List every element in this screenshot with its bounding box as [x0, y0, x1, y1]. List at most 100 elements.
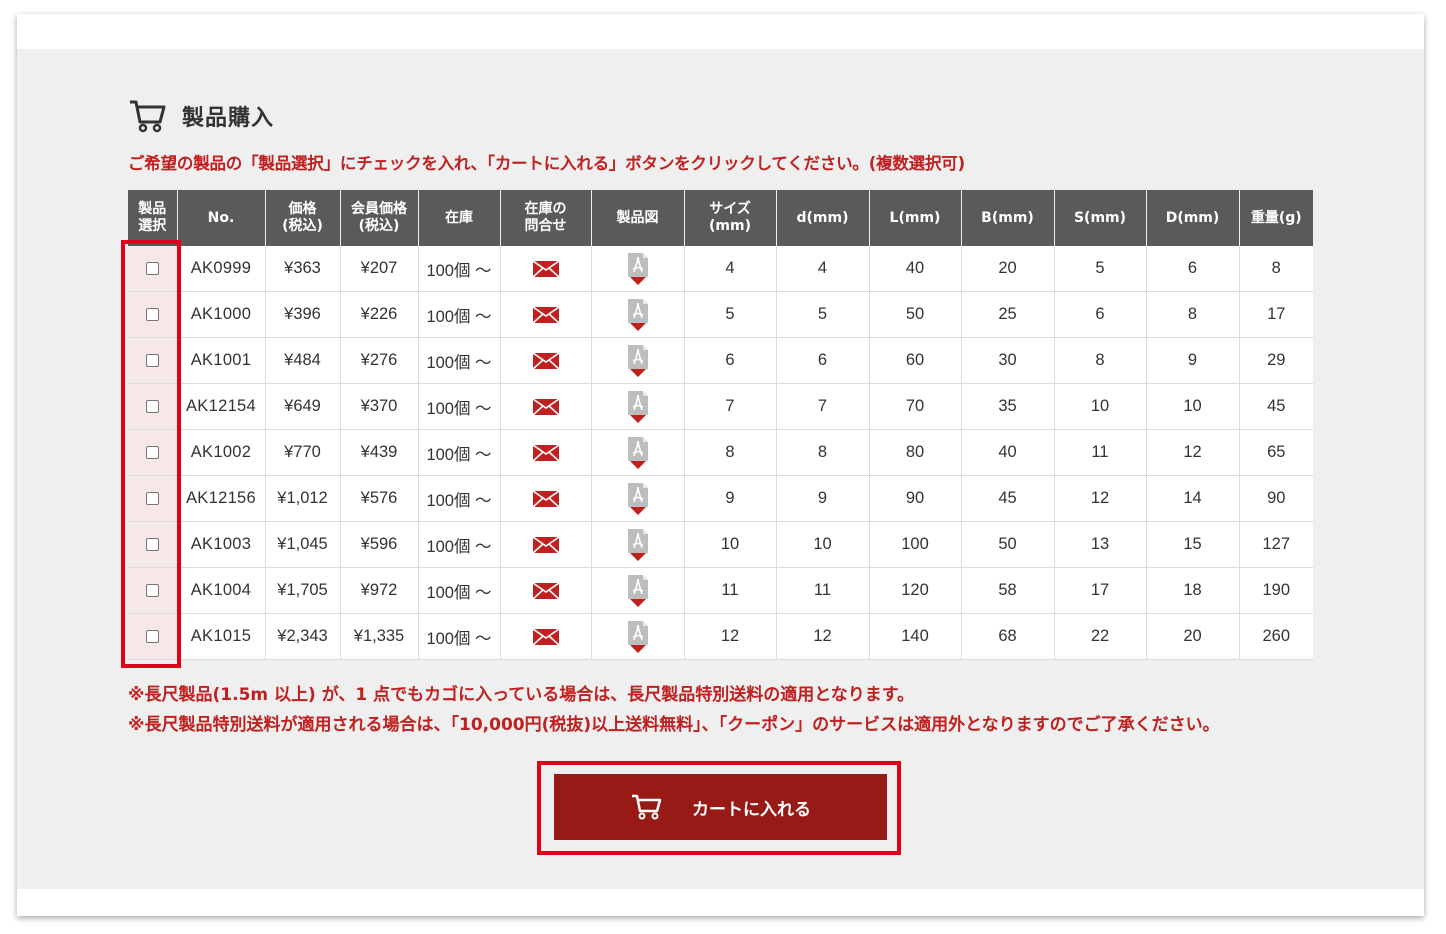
inquiry-cell[interactable] [500, 383, 592, 430]
select-checkbox[interactable] [145, 446, 159, 460]
inquiry-cell[interactable] [500, 429, 592, 476]
pdf-download-icon[interactable] [625, 252, 651, 285]
select-cell[interactable] [128, 613, 178, 660]
d-cell: 8 [776, 429, 870, 476]
mail-icon[interactable] [531, 489, 560, 508]
pdf-download-icon[interactable] [625, 298, 651, 331]
mail-icon[interactable] [531, 351, 560, 370]
select-checkbox[interactable] [145, 262, 159, 276]
product-number: AK1001 [177, 337, 266, 384]
drawing-cell[interactable] [591, 291, 685, 338]
inquiry-cell[interactable] [500, 613, 592, 660]
mail-icon[interactable] [531, 259, 560, 278]
member-price-cell: ¥972 [340, 567, 419, 614]
pdf-download-icon[interactable] [625, 436, 651, 469]
d-cell: 7 [776, 383, 870, 430]
pdf-download-icon[interactable] [625, 344, 651, 377]
select-cell[interactable] [128, 521, 178, 568]
column-header-line1: 製品 [138, 201, 167, 217]
mail-icon[interactable] [531, 305, 560, 324]
inquiry-cell[interactable] [500, 337, 592, 384]
mail-icon[interactable] [531, 535, 560, 554]
table-row: AK1000 ¥396 ¥226 100個 ～ 5 5 50 25 6 8 17 [128, 291, 1313, 338]
column-header: サイズ (mm) [684, 190, 777, 246]
mail-icon[interactable] [531, 627, 560, 646]
inquiry-cell[interactable] [500, 246, 592, 292]
pdf-download-icon[interactable] [625, 390, 651, 423]
select-cell[interactable] [128, 337, 178, 384]
column-header-line1: D(mm) [1165, 209, 1220, 226]
inquiry-cell[interactable] [500, 567, 592, 614]
select-checkbox[interactable] [145, 584, 159, 598]
pdf-download-icon[interactable] [625, 528, 651, 561]
cart-icon [632, 794, 662, 820]
d-cell: 10 [776, 521, 870, 568]
member-price-cell: ¥1,335 [340, 613, 419, 660]
column-header-line2: (税込) [282, 218, 323, 234]
mail-icon[interactable] [531, 443, 560, 462]
drawing-cell[interactable] [591, 383, 685, 430]
drawing-cell[interactable] [591, 567, 685, 614]
mail-icon[interactable] [531, 397, 560, 416]
product-number: AK1000 [177, 291, 266, 338]
drawing-cell[interactable] [591, 337, 685, 384]
member-price-cell: ¥596 [340, 521, 419, 568]
inquiry-cell[interactable] [500, 291, 592, 338]
column-header: 在庫 [418, 190, 501, 246]
s-cell: 22 [1054, 613, 1147, 660]
weight-cell: 190 [1239, 567, 1313, 614]
depth-cell: 14 [1146, 475, 1240, 522]
select-checkbox[interactable] [145, 354, 159, 368]
stock-cell: 100個 ～ [418, 383, 501, 430]
mail-icon[interactable] [531, 581, 560, 600]
size-cell: 5 [684, 291, 777, 338]
pdf-download-icon[interactable] [625, 574, 651, 607]
product-number: AK1015 [177, 613, 266, 660]
column-header: 重量(g) [1239, 190, 1313, 246]
select-checkbox[interactable] [145, 308, 159, 322]
inquiry-cell[interactable] [500, 475, 592, 522]
product-number: AK1002 [177, 429, 266, 476]
table-header-row: 製品 選択 No. 価格 (税込) 会員価格 (税込) 在庫 在庫の 問合せ 製品図 サイズ (mm) d… [128, 190, 1313, 246]
column-header: 価格 (税込) [265, 190, 341, 246]
drawing-cell[interactable] [591, 429, 685, 476]
column-header: 製品図 [591, 190, 685, 246]
select-checkbox[interactable] [145, 400, 159, 414]
select-cell[interactable] [128, 429, 178, 476]
size-cell: 12 [684, 613, 777, 660]
column-header-line2: 問合せ [524, 218, 567, 234]
drawing-cell[interactable] [591, 521, 685, 568]
select-checkbox[interactable] [145, 630, 159, 644]
select-checkbox[interactable] [145, 538, 159, 552]
price-cell: ¥396 [265, 291, 341, 338]
drawing-cell[interactable] [591, 613, 685, 660]
instruction-text: ご希望の製品の「製品選択」にチェックを入れ、「カートに入れる」ボタンをクリックし… [128, 154, 965, 173]
add-to-cart-button[interactable]: カートに入れる [554, 774, 887, 840]
pdf-download-icon[interactable] [625, 620, 651, 653]
column-header: S(mm) [1054, 190, 1147, 246]
select-cell[interactable] [128, 291, 178, 338]
table-row: AK12156 ¥1,012 ¥576 100個 ～ 9 9 90 45 12 14 90 [128, 475, 1313, 522]
pdf-download-icon[interactable] [625, 482, 651, 515]
select-cell[interactable] [128, 567, 178, 614]
size-cell: 8 [684, 429, 777, 476]
b-cell: 25 [961, 291, 1055, 338]
l-cell: 70 [869, 383, 962, 430]
section-title: 製品購入 [182, 106, 275, 131]
column-header-line1: 製品図 [616, 209, 659, 226]
size-cell: 4 [684, 246, 777, 292]
select-checkbox[interactable] [145, 492, 159, 506]
s-cell: 10 [1054, 383, 1147, 430]
d-cell: 9 [776, 475, 870, 522]
select-cell[interactable] [128, 246, 178, 292]
select-cell[interactable] [128, 475, 178, 522]
add-to-cart-label: カートに入れる [692, 799, 811, 820]
table-row: AK1004 ¥1,705 ¥972 100個 ～ 11 11 120 58 17 18 190 [128, 567, 1313, 614]
column-header-line1: 在庫 [445, 209, 473, 226]
inquiry-cell[interactable] [500, 521, 592, 568]
note-1: ※長尺製品(1.5m 以上) が、1 点でもカゴに入っている場合は、長尺製品特別… [128, 685, 915, 705]
stock-cell: 100個 ～ [418, 337, 501, 384]
drawing-cell[interactable] [591, 246, 685, 292]
select-cell[interactable] [128, 383, 178, 430]
drawing-cell[interactable] [591, 475, 685, 522]
